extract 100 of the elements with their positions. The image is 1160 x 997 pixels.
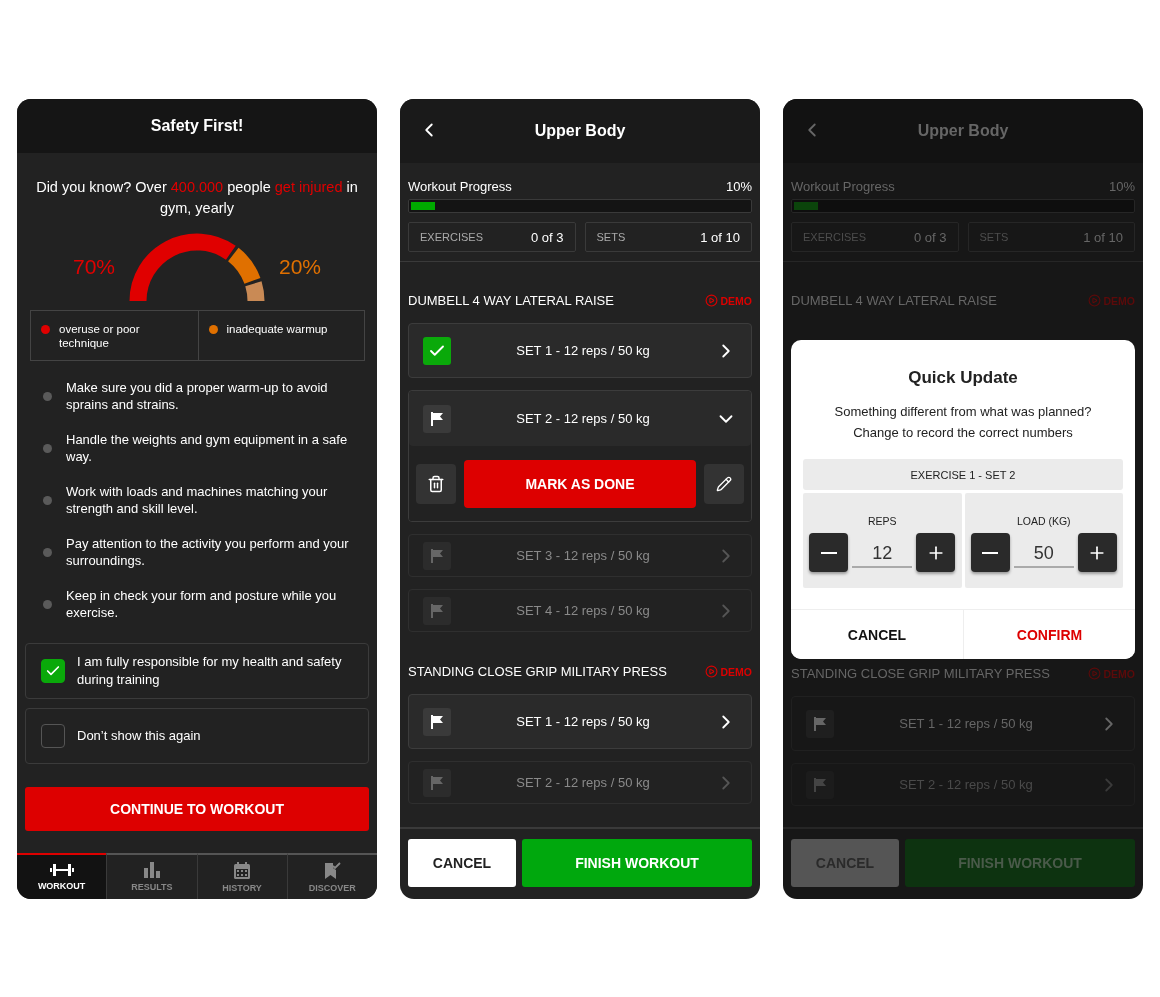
stat-value: 0 of 3 [530,229,564,245]
set-label: SET 1 - 12 reps / 50 kg [515,714,651,729]
set-label: SET 3 - 12 reps / 50 kg [515,548,651,563]
tip-text: Make sure you did a proper warm-up to avoid sprains and strains. [66,379,329,413]
set-row[interactable]: SET 1 - 12 reps / 50 kg [408,323,752,378]
nav-tab[interactable]: WORKOUT [17,853,107,899]
stat-value: 1 of 10 [1083,229,1123,245]
dumbbell-icon [49,863,74,877]
flag-icon [431,548,443,563]
stat-label: SETS [596,231,626,243]
tab-label: HISTORY [222,882,262,893]
tab-label: RESULTS [131,882,173,892]
continue-button[interactable]: CONTINUE TO WORKOUT [25,787,369,831]
tip-text: Handle the weights and gym equipment in a safe way. [66,431,349,465]
mark-done-button[interactable]: MARK AS DONE [464,460,696,508]
decrement-button[interactable] [970,533,1010,572]
set-row[interactable]: SET 1 - 12 reps / 50 kg [791,696,1135,751]
play-icon [1087,667,1101,680]
progress-label: Workout Progress [791,179,895,195]
nav-tab[interactable]: RESULTS [106,853,197,899]
progress-label: Workout Progress [408,179,512,195]
finish-workout-button[interactable]: FINISH WORKOUT [522,839,752,887]
edit-button[interactable] [704,464,744,504]
screen-title: Upper Body [534,122,626,140]
increment-button[interactable] [916,533,956,572]
increment-button[interactable] [1077,533,1117,572]
stat-label: EXERCISES [420,231,483,243]
tip-text: Pay attention to the activity you perform and your surroundings. [66,535,350,569]
tab-label: DISCOVER [308,882,356,893]
trash-icon [427,475,445,493]
cancel-button[interactable]: CANCEL [408,839,516,887]
dialog-message: Something different from what was planned? Change to record the correct numbers [833,403,1093,442]
exercise-title: STANDING CLOSE GRIP MILITARY PRESS [791,666,1050,681]
value-field[interactable]: 12 [852,537,913,568]
done-checkbox[interactable] [423,336,451,365]
exercise-label: EXERCISE 1 - SET 2 [803,459,1123,490]
progress-percent: 10% [725,179,752,195]
stat-value: 1 of 10 [700,229,740,245]
bullet-dot [43,391,52,401]
exercise-title: DUMBELL 4 WAY LATERAL RAISE [408,293,614,308]
checkbox-card[interactable]: I am fully responsible for my health and safety during training [25,643,369,699]
legend-label: overuse or poor technique [59,322,141,350]
exercise-title: STANDING CLOSE GRIP MILITARY PRESS [408,664,667,679]
flag-icon [431,714,443,729]
checkbox-label: Don’t show this again [77,727,201,745]
minus-icon [982,551,999,554]
demo-link[interactable]: DEMO [704,294,752,307]
percent-label: 70% [72,255,115,279]
checkbox[interactable] [41,659,65,683]
set-row[interactable]: SET 2 - 12 reps / 50 kg [408,761,752,804]
set-label: SET 1 - 12 reps / 50 kg [515,343,651,358]
set-row[interactable]: SET 1 - 12 reps / 50 kg [408,694,752,749]
set-row[interactable]: SET 3 - 12 reps / 50 kg [408,534,752,577]
stat-value: 0 of 3 [913,229,947,245]
demo-link[interactable]: DEMO [704,665,752,678]
stepper-label: REPS [867,515,897,527]
stepper-label: LOAD (KG) [1016,515,1071,527]
exercise-title: DUMBELL 4 WAY LATERAL RAISE [791,293,997,308]
confirm-button[interactable]: CONFIRM [963,610,1135,659]
set-label: SET 4 - 12 reps / 50 kg [515,603,651,618]
set-label: SET 1 - 12 reps / 50 kg [898,716,1034,731]
progress-percent: 10% [1108,179,1135,195]
flag-icon [814,716,826,731]
flag-icon [814,777,826,792]
play-icon [704,294,718,307]
screen-title: Safety First! [150,117,244,135]
bullet-dot [43,599,52,609]
screen-title: Upper Body [917,122,1009,140]
decrement-button[interactable] [809,533,849,572]
tip-text: Keep in check your form and posture while you exercise. [66,587,338,621]
bullet-dot [43,495,52,505]
set-row[interactable]: SET 2 - 12 reps / 50 kg [409,391,751,446]
flag-icon [431,775,443,790]
calendar-icon [234,861,251,879]
checkbox[interactable] [41,724,65,748]
legend-label: inadequate warmup [226,322,328,337]
checkbox-card[interactable]: Don’t show this again [25,708,369,764]
checkbox-label: I am fully responsible for my health and safety during training [77,653,343,689]
intro-text: Did you know? Over 400.000 people get injured in gym, yearly [35,178,359,218]
set-label: SET 2 - 12 reps / 50 kg [515,411,651,426]
play-icon [1087,294,1101,307]
minus-icon [820,551,837,554]
nav-tab[interactable]: DISCOVER [286,853,377,899]
flag-icon [431,411,443,426]
play-icon [704,665,718,678]
tab-label: WORKOUT [37,881,86,891]
delete-button[interactable] [416,464,456,504]
tip-text: Work with loads and machines matching your strength and skill level. [66,483,329,517]
percent-label: 20% [279,255,322,279]
nav-tab[interactable]: HISTORY [196,853,287,899]
set-label: SET 2 - 12 reps / 50 kg [515,775,651,790]
bar-chart-icon [143,862,160,878]
bullet-dot [43,443,52,453]
flag-icon [431,603,443,618]
value-field[interactable]: 50 [1013,537,1074,568]
dialog-title: Quick Update [907,368,1019,388]
bookmark-check-icon [323,861,341,879]
set-row[interactable]: SET 4 - 12 reps / 50 kg [408,589,752,632]
bullet-dot [43,547,52,557]
pencil-icon [716,476,732,492]
